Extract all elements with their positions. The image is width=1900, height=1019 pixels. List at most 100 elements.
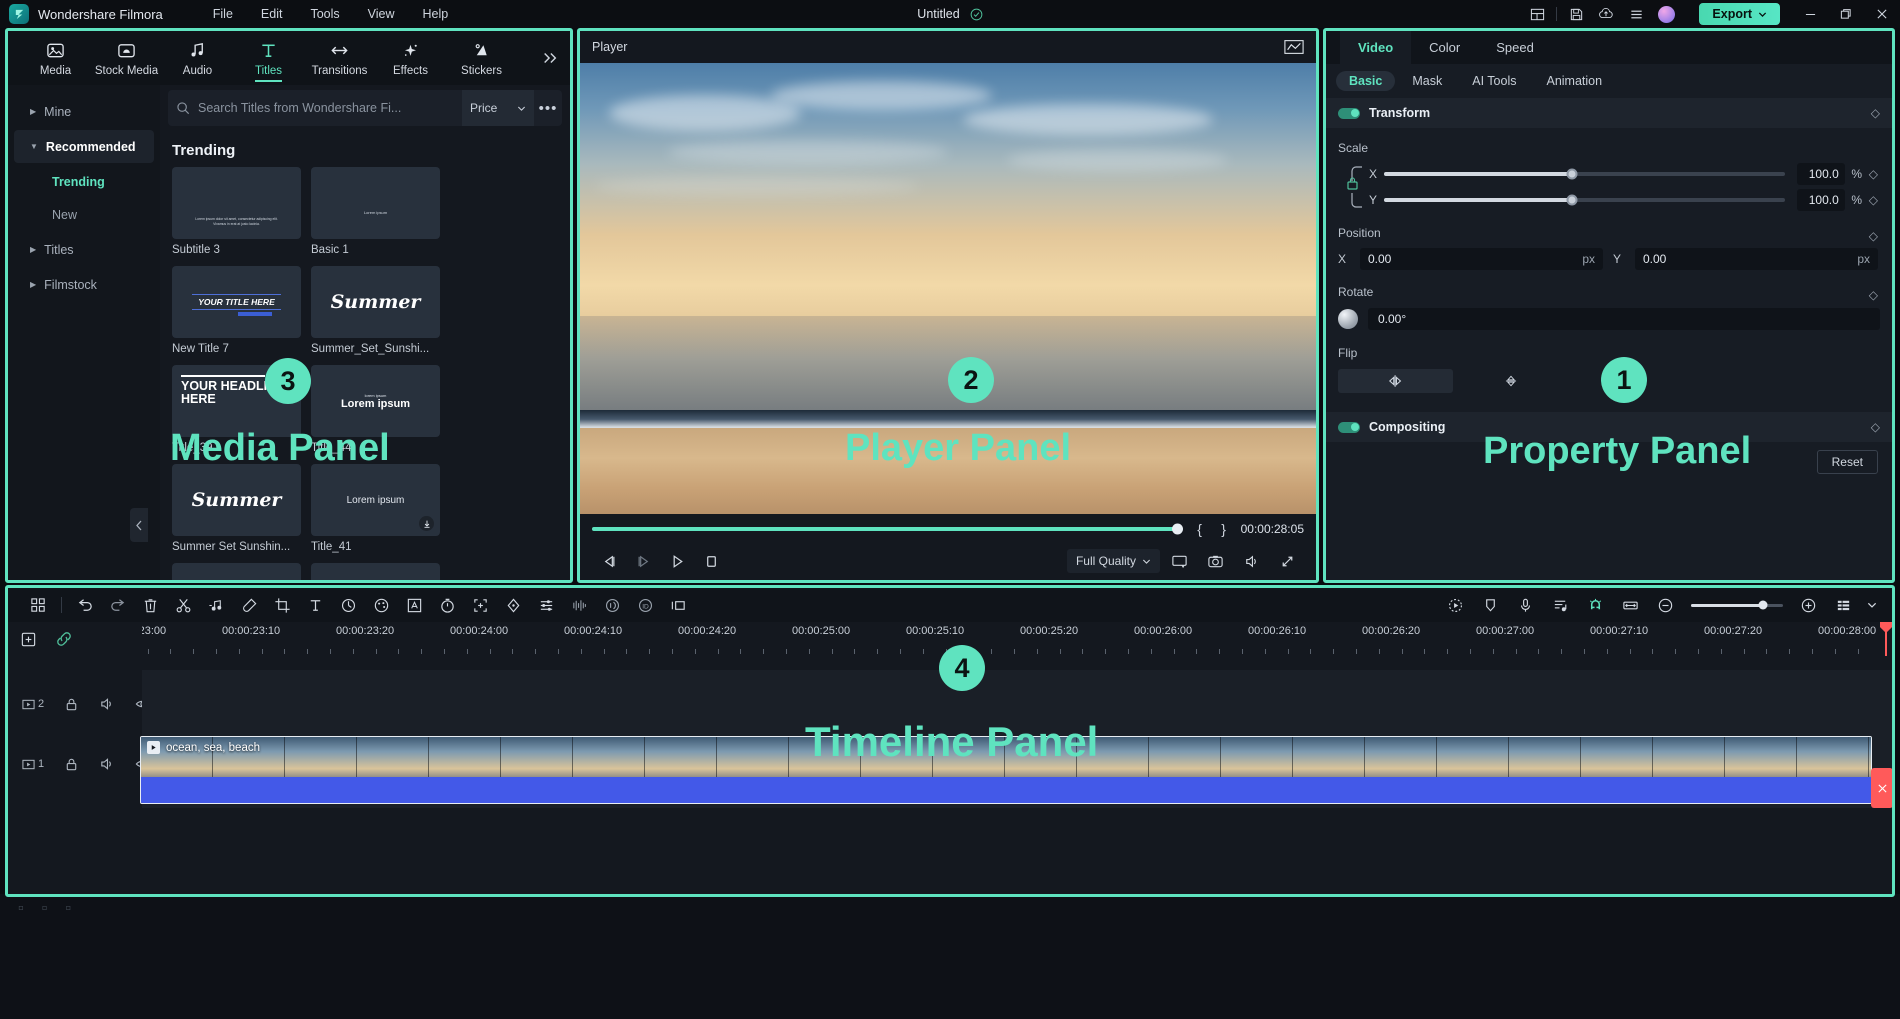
compositing-keyframe-icon[interactable]: ◇ <box>1871 420 1880 434</box>
scale-y-slider[interactable] <box>1384 198 1785 202</box>
track-bars-icon[interactable] <box>1827 590 1860 620</box>
menu-help[interactable]: Help <box>409 3 463 25</box>
price-filter-dropdown[interactable]: Price <box>462 90 534 126</box>
maximize-button[interactable] <box>1828 0 1864 28</box>
lock-icon[interactable] <box>64 697 79 712</box>
sidebar-item-mine[interactable]: ▶ Mine <box>14 95 154 128</box>
zoom-knob[interactable] <box>1758 601 1767 610</box>
tab-stock-media[interactable]: Stock Media <box>91 32 162 84</box>
redo-icon[interactable] <box>101 590 134 620</box>
tab-effects[interactable]: Effects <box>375 32 446 84</box>
auto-adjust-icon[interactable] <box>398 590 431 620</box>
tag-icon[interactable] <box>233 590 266 620</box>
position-y-input[interactable]: 0.00 px <box>1635 248 1878 270</box>
menu-tools[interactable]: Tools <box>296 3 353 25</box>
sidebar-item-recommended[interactable]: ▼ Recommended <box>14 130 154 163</box>
title-card[interactable]: Summer Summer_Set_Sunshi... <box>311 266 440 355</box>
audio-ducking-icon[interactable] <box>596 590 629 620</box>
position-keyframe-icon[interactable]: ◇ <box>1869 229 1878 243</box>
grid-icon[interactable] <box>22 590 55 620</box>
mark-in-button[interactable]: { <box>1193 521 1207 537</box>
sidebar-item-filmstock[interactable]: ▶ Filmstock <box>14 268 154 301</box>
rotate-dial[interactable] <box>1338 309 1358 329</box>
menu-view[interactable]: View <box>354 3 409 25</box>
scale-x-value[interactable]: 100.0 <box>1797 163 1845 185</box>
subtab-animation[interactable]: Animation <box>1533 71 1615 91</box>
subtab-ai-tools[interactable]: AI Tools <box>1459 71 1529 91</box>
hamburger-menu-icon[interactable] <box>1621 0 1651 28</box>
silence-detect-icon[interactable]: ID <box>629 590 662 620</box>
mute-speaker-icon[interactable] <box>99 756 115 772</box>
prev-frame-button[interactable] <box>592 546 626 576</box>
scale-x-slider[interactable] <box>1384 172 1785 176</box>
slider-knob[interactable] <box>1567 169 1578 180</box>
export-button[interactable]: Export <box>1699 3 1780 25</box>
display-settings-button[interactable] <box>1162 546 1196 576</box>
shield-marker-icon[interactable] <box>1474 590 1507 620</box>
palette-icon[interactable] <box>365 590 398 620</box>
cloud-upload-icon[interactable] <box>1591 0 1621 28</box>
waveform-frame-icon[interactable] <box>1284 39 1304 55</box>
progress-knob[interactable] <box>1172 524 1183 535</box>
close-button[interactable] <box>1864 0 1900 28</box>
marker-range-icon[interactable] <box>662 590 695 620</box>
lock-icon[interactable] <box>64 757 79 772</box>
diamond-keyframe-icon[interactable]: ◇ <box>1871 106 1880 120</box>
menu-file[interactable]: File <box>199 3 247 25</box>
mute-speaker-icon[interactable] <box>99 696 115 712</box>
play-button[interactable] <box>660 546 694 576</box>
compositing-toggle[interactable] <box>1338 422 1360 433</box>
save-icon[interactable] <box>1561 0 1591 28</box>
tab-transitions[interactable]: Transitions <box>304 32 375 84</box>
speed-gauge-icon[interactable] <box>332 590 365 620</box>
sidebar-item-trending[interactable]: Trending <box>8 165 160 198</box>
title-card[interactable]: Lorem ipsum Basic 1 <box>311 167 440 256</box>
timeline-zoom-slider[interactable] <box>1691 604 1783 607</box>
more-options-icon[interactable]: ••• <box>534 100 562 117</box>
snapshot-button[interactable] <box>1198 546 1232 576</box>
avatar[interactable] <box>1651 0 1681 28</box>
transform-toggle[interactable] <box>1338 108 1360 119</box>
rotate-keyframe-icon[interactable]: ◇ <box>1869 288 1878 302</box>
slider-knob[interactable] <box>1567 195 1578 206</box>
title-card[interactable]: YOUR TITLE HERE New Title 7 <box>172 266 301 355</box>
scale-y-value[interactable]: 100.0 <box>1797 189 1845 211</box>
undo-icon[interactable] <box>68 590 101 620</box>
stopwatch-icon[interactable] <box>431 590 464 620</box>
playback-progress-slider[interactable] <box>592 527 1183 531</box>
title-card[interactable] <box>172 563 301 580</box>
stop-button[interactable] <box>694 546 728 576</box>
rotate-input[interactable]: 0.00° <box>1368 308 1880 330</box>
quality-dropdown[interactable]: Full Quality <box>1067 549 1160 573</box>
magnet-icon[interactable] <box>1579 590 1612 620</box>
playhead[interactable] <box>1885 622 1887 656</box>
sidebar-collapse-button[interactable] <box>130 508 148 542</box>
render-preview-icon[interactable] <box>1439 590 1472 620</box>
tab-speed[interactable]: Speed <box>1478 31 1552 64</box>
double-chevron-right-icon[interactable] <box>542 51 558 65</box>
subtab-mask[interactable]: Mask <box>1399 71 1455 91</box>
chevron-down-icon[interactable] <box>1862 590 1882 620</box>
plus-circle-icon[interactable] <box>1792 590 1825 620</box>
text-T-icon[interactable] <box>299 590 332 620</box>
download-icon[interactable] <box>419 516 434 531</box>
tab-color[interactable]: Color <box>1411 31 1478 64</box>
scissors-icon[interactable] <box>167 590 200 620</box>
tab-media[interactable]: Media <box>20 32 91 84</box>
subtab-basic[interactable]: Basic <box>1336 71 1395 91</box>
timeline-ruler[interactable]: 00:00:23:0000:00:23:1000:00:23:2000:00:2… <box>142 622 1892 656</box>
mixer-sliders-icon[interactable] <box>530 590 563 620</box>
add-track-icon[interactable] <box>20 631 37 648</box>
playhead-handle[interactable] <box>1880 622 1892 633</box>
sidebar-item-new[interactable]: New <box>8 198 160 231</box>
minus-circle-icon[interactable] <box>1649 590 1682 620</box>
waveform-bars-icon[interactable] <box>563 590 596 620</box>
title-card[interactable]: Summer Summer Set Sunshin... <box>172 464 301 553</box>
tab-video[interactable]: Video <box>1340 31 1411 64</box>
music-list-icon[interactable] <box>1544 590 1577 620</box>
fullscreen-button[interactable] <box>1270 546 1304 576</box>
search-input[interactable] <box>198 101 462 115</box>
tab-audio[interactable]: Audio <box>162 32 233 84</box>
audio-detach-icon[interactable] <box>200 590 233 620</box>
mark-out-button[interactable]: } <box>1217 521 1231 537</box>
